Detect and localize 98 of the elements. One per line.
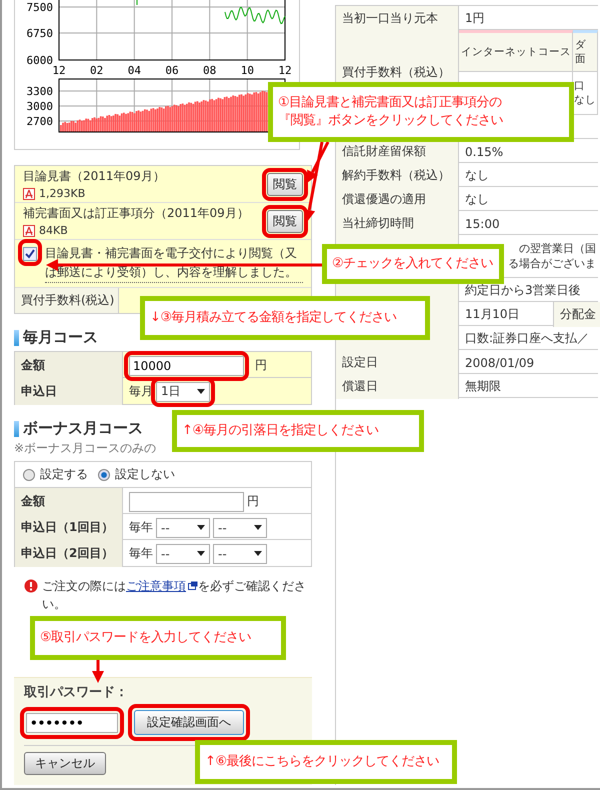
- radio-option[interactable]: 設定しない: [98, 466, 175, 483]
- row-value: 11月10日: [465, 306, 520, 323]
- axis-label: 3000: [26, 100, 53, 113]
- highlight-ring: [18, 239, 42, 266]
- row-label: 買付手数料(税込): [15, 288, 119, 313]
- caret-icon: [197, 551, 205, 556]
- row-value: 0.15%: [465, 144, 504, 158]
- axis-label: 02: [90, 64, 104, 77]
- axis-label: 08: [203, 64, 216, 77]
- row-value: の翌営業日（国: [519, 241, 596, 256]
- row-value: 口数:証券口座へ支払／: [465, 330, 590, 347]
- external-link-icon: [188, 581, 198, 590]
- axis-label: 2700: [26, 115, 53, 128]
- caret-icon: [254, 551, 262, 556]
- row-value: なし: [465, 191, 490, 208]
- amount-field[interactable]: [129, 492, 244, 512]
- day-select[interactable]: --: [213, 544, 267, 564]
- caret-icon: [197, 525, 205, 530]
- callout-text: ↓③毎月積み立てる金額を指定してください: [150, 309, 397, 327]
- month-select[interactable]: --: [156, 518, 210, 538]
- row-value: なし: [465, 167, 490, 184]
- price-line: [136, 0, 138, 6]
- radio-option[interactable]: 設定する: [23, 466, 88, 483]
- file-size: 1,293KB: [39, 187, 86, 200]
- section-heading: 毎月コース: [23, 328, 98, 347]
- arrow: [92, 660, 104, 683]
- field-label: 金額: [15, 488, 123, 515]
- row-value: 15:00: [465, 216, 501, 230]
- section-heading: ボーナス月コース: [23, 419, 143, 438]
- axis-label: 12: [278, 64, 292, 77]
- heading-bar: [14, 330, 19, 346]
- row-value: 約定日から3営業日後: [465, 282, 582, 299]
- row-label: 設定日: [342, 354, 378, 371]
- pdf-icon: [23, 188, 35, 200]
- callout-text: ↑④毎月の引落日を指定しください: [182, 422, 379, 440]
- view-button[interactable]: 閲覧: [267, 210, 303, 232]
- axis-label: 12: [52, 64, 66, 77]
- section-note: ※ボーナス月コースのみの: [14, 440, 158, 457]
- axis-label: 06: [165, 64, 179, 77]
- document-title: 補完書面又は訂正事項分（2011年09月）: [23, 205, 249, 222]
- row-value: 2008/01/09: [465, 356, 536, 370]
- unit-label: 円: [247, 493, 259, 510]
- column-header: ダ: [575, 38, 587, 52]
- axis-label: 3300: [26, 85, 53, 98]
- row-label: 当初一口当り元本: [342, 10, 438, 27]
- notice-text: ご注文の際には ご注意事項 を必ずご確認ください。: [42, 578, 307, 613]
- notice-link[interactable]: ご注意事項: [126, 579, 198, 593]
- axis-label: 7500: [26, 1, 53, 14]
- row-label: 買付手数料（税込）: [342, 64, 450, 80]
- callout-text: ②チェックを入れてください: [332, 255, 494, 273]
- row-value: 無期限: [465, 378, 502, 395]
- axis-label: 04: [128, 64, 141, 77]
- day-select[interactable]: --: [213, 518, 267, 538]
- caret-icon: [254, 525, 262, 530]
- warning-icon: [24, 579, 38, 593]
- cancel-button[interactable]: キャンセル: [24, 752, 106, 775]
- row-value: 口: [574, 79, 586, 93]
- row-label: 当社締切時間: [342, 215, 414, 232]
- month-select[interactable]: --: [156, 544, 210, 564]
- caret-icon: [197, 389, 205, 394]
- document-title: 目論見書（2011年09月）: [23, 168, 165, 185]
- row-label: 解約手数料（税込）: [342, 167, 450, 184]
- field-label: 金額: [15, 352, 123, 379]
- price-line: [224, 6, 286, 24]
- callout-text: ↑⑥最後にこちらをクリックしてください: [205, 753, 440, 771]
- axis-label: 6750: [26, 27, 53, 40]
- row-value: る場合がございま: [508, 256, 596, 271]
- row-label: 償還優遇の適用: [342, 191, 426, 208]
- pdf-icon: [23, 224, 35, 236]
- file-size: 84KB: [39, 224, 68, 237]
- day-select[interactable]: 1日: [156, 382, 210, 402]
- amount-field[interactable]: 10000: [129, 356, 244, 376]
- row-value: 1円: [465, 10, 486, 27]
- axis-label: 6000: [26, 54, 53, 67]
- field-label: 申込日（2回目）: [15, 540, 123, 567]
- row-label: 償還日: [342, 378, 378, 395]
- row-label: 信託財産留保額: [342, 143, 426, 160]
- consent-checkbox[interactable]: [23, 247, 37, 261]
- password-field[interactable]: •••••••: [26, 712, 118, 732]
- field-label: 申込日（1回目）: [15, 514, 123, 541]
- field-label: 申込日: [15, 378, 123, 405]
- prefix-label: 毎年: [129, 545, 153, 562]
- column-header: 面: [575, 52, 587, 66]
- callout-text: 『閲覧』ボタンをクリックしてください: [278, 112, 503, 130]
- prefix-label: 毎月: [129, 383, 153, 400]
- heading-bar: [14, 420, 19, 436]
- column-header: インターネットコース: [461, 45, 570, 59]
- confirm-button[interactable]: 設定確認画面へ: [134, 710, 244, 735]
- row-value: なし: [574, 93, 596, 107]
- view-button[interactable]: 閲覧: [267, 172, 303, 196]
- callout-text: ①目論見書と補完書面又は訂正事項分の: [278, 94, 502, 112]
- field-label: 取引パスワード：: [24, 686, 129, 700]
- unit-label: 円: [255, 357, 267, 374]
- callout-text: ⑤取引パスワードを入力してください: [40, 629, 252, 647]
- highlight-ring: [262, 168, 308, 200]
- axis-label: 10: [240, 64, 254, 77]
- row-label: 分配金: [560, 306, 596, 323]
- prefix-label: 毎年: [129, 519, 153, 536]
